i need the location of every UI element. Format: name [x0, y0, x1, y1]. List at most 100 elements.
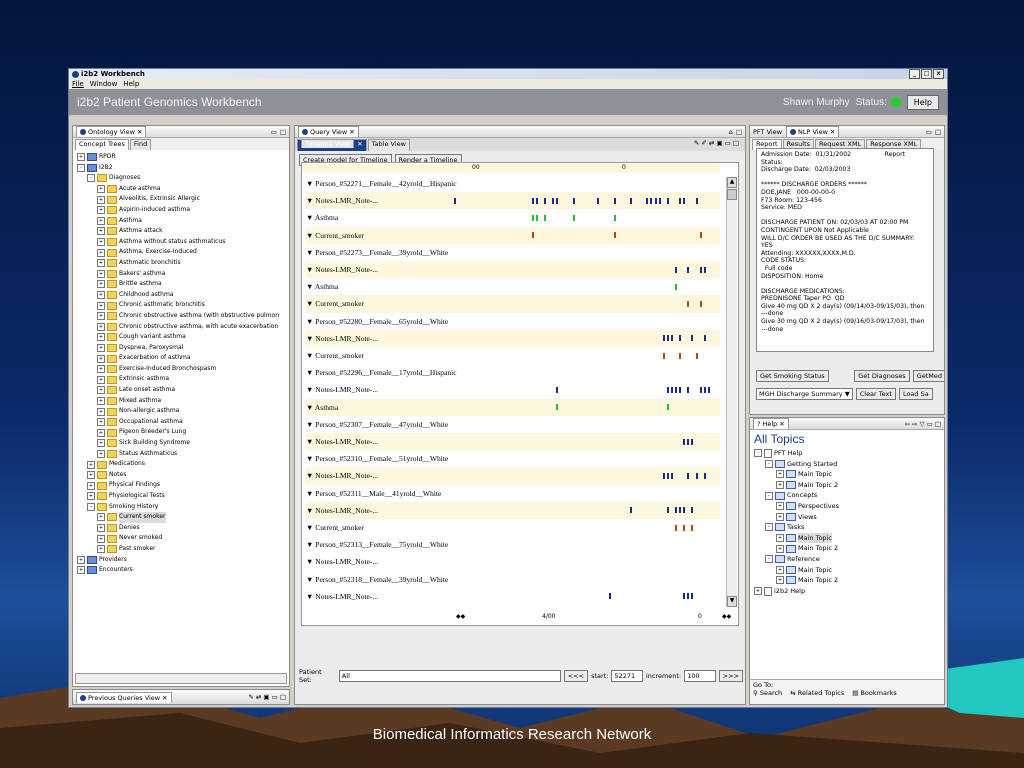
timeline-category-row[interactable]: ▼ Notes-LMR_Note-... — [306, 467, 720, 485]
expand-icon[interactable]: + — [97, 428, 105, 437]
start-field[interactable]: 52271 — [611, 670, 643, 682]
close-button[interactable]: x — [933, 69, 944, 79]
expand-icon[interactable]: + — [97, 396, 105, 405]
timeline-event-mark[interactable] — [675, 266, 677, 273]
timeline-category-row[interactable]: ▼ Notes-LMR_Note-... — [306, 501, 720, 519]
timeline-event-mark[interactable] — [666, 335, 669, 342]
timeline-event-mark[interactable] — [695, 197, 698, 204]
expand-icon[interactable]: + — [97, 375, 105, 384]
timeline-patient-row[interactable]: ▼ Person_#52310__Female__51yrold__White — [306, 450, 720, 467]
tree-item[interactable]: + Chronic obstructive asthma (with obstru… — [77, 311, 285, 322]
horizontal-scrollbar[interactable] — [75, 673, 287, 684]
scroll-up-icon[interactable]: ▲ — [727, 177, 737, 188]
timeline-event-mark[interactable] — [695, 352, 698, 359]
timeline-event-mark[interactable] — [658, 197, 661, 204]
tree-item[interactable]: + Childhood asthma — [77, 290, 285, 301]
help-tree-item[interactable]: + Main Topic 2 — [754, 543, 940, 554]
timeline-event-mark[interactable] — [535, 214, 538, 221]
report-text[interactable]: Admission Date: 01/31/2002 Report Status… — [756, 148, 934, 352]
related-topics-link[interactable]: ⇆ Related Topics — [790, 689, 844, 697]
timeline-event-mark[interactable] — [629, 197, 632, 204]
timeline-category-row[interactable]: ▼ Notes-LMR_Note-... — [306, 553, 720, 570]
expand-icon[interactable]: + — [97, 216, 105, 225]
timeline-event-mark[interactable] — [543, 197, 546, 204]
tree-item[interactable]: + Pigeon Breeder's Lung — [77, 427, 285, 438]
help-button[interactable]: Help — [906, 94, 939, 110]
document-type-select[interactable]: MGH Discharge Summary ▼ — [756, 388, 853, 400]
collapse-icon[interactable]: - — [77, 163, 85, 172]
expand-icon[interactable]: + — [97, 322, 105, 331]
expand-icon[interactable]: + — [97, 227, 105, 236]
expand-icon[interactable]: + — [776, 534, 784, 543]
increment-field[interactable]: 100 — [684, 670, 716, 682]
expand-icon[interactable]: + — [97, 259, 105, 268]
expand-icon[interactable]: + — [97, 354, 105, 363]
timeline-event-mark[interactable] — [535, 197, 538, 204]
tree-item[interactable]: + Alveolitis, Extrinsic Allergic — [77, 194, 285, 205]
timeline-patient-row[interactable]: ▼ Person_#52311__Male__41yrold__White — [306, 485, 720, 502]
timeline-event-mark[interactable] — [650, 197, 653, 204]
timeline-patient-row[interactable]: ▼ Person_#52313__Female__75yrold__White — [306, 536, 720, 553]
collapse-icon[interactable]: - — [765, 459, 773, 468]
minimize-button[interactable]: _ — [909, 69, 920, 79]
expand-icon[interactable]: + — [754, 587, 762, 596]
timeline-event-mark[interactable] — [613, 232, 616, 239]
get-medications-button[interactable]: GetMed — [912, 370, 944, 382]
tree-item[interactable]: + Past smoker — [77, 544, 285, 555]
tree-item[interactable]: - Smoking History — [77, 502, 285, 513]
expand-icon[interactable]: + — [97, 513, 105, 522]
minimize-view-icon[interactable]: ▭ — [926, 128, 932, 136]
help-tree-item[interactable]: - Reference — [754, 554, 940, 565]
expand-icon[interactable]: + — [97, 301, 105, 310]
timeline-patient-row[interactable]: ▼ Person_#52280__Female__65yrold__White — [306, 313, 720, 330]
tree-item[interactable]: + Status Asthmaticus — [77, 449, 285, 460]
timeline-toolbar-icons[interactable]: ✎ ✐ ⇄ ▣ ▭ □ — [691, 139, 742, 151]
timeline-category-row[interactable]: ▼ Notes-LMR_Note-... — [306, 329, 720, 347]
timeline-event-mark[interactable] — [695, 472, 698, 479]
expand-icon[interactable]: + — [97, 185, 105, 194]
help-tree-item[interactable]: - PFT Help — [754, 448, 940, 459]
menu-help[interactable]: Help — [123, 80, 139, 88]
expand-icon[interactable]: + — [97, 449, 105, 458]
tree-item[interactable]: + Exercise-Induced Bronchospasm — [77, 364, 285, 375]
previous-page-button[interactable]: <<< — [563, 670, 589, 682]
timeline-event-mark[interactable] — [531, 232, 534, 239]
timeline-event-mark[interactable] — [556, 404, 559, 411]
get-smoking-status-button[interactable]: Get Smoking Status — [756, 370, 829, 382]
tree-item[interactable]: + Asthma without status asthmaticus — [77, 237, 285, 248]
timeline-event-mark[interactable] — [683, 507, 686, 514]
menu-file[interactable]: File — [72, 80, 84, 88]
expand-icon[interactable]: + — [97, 524, 105, 533]
maximize-view-icon[interactable]: □ — [736, 128, 742, 136]
timeline-event-mark[interactable] — [687, 386, 690, 393]
tab-help[interactable]: ? Help ✕ — [753, 418, 789, 429]
tree-item[interactable]: + Sick Building Syndrome — [77, 438, 285, 449]
timeline-event-mark[interactable] — [703, 472, 706, 479]
scroll-thumb[interactable] — [727, 189, 737, 200]
help-tree-item[interactable]: - Concepts — [754, 490, 940, 501]
tree-item[interactable]: + Asthma, Exercise-Induced — [77, 247, 285, 258]
help-tree-item[interactable]: + Main Topic — [754, 469, 940, 480]
help-tree-item[interactable]: - Getting Started — [754, 459, 940, 470]
expand-icon[interactable]: + — [87, 481, 95, 490]
timeline-event-mark[interactable] — [687, 438, 690, 445]
timeline-event-mark[interactable] — [679, 352, 682, 359]
timeline-event-mark[interactable] — [670, 386, 673, 393]
timeline-category-row[interactable]: ▼ Current_smoker — [306, 347, 720, 364]
tab-previous-queries[interactable]: Previous Queries View ✕ — [76, 691, 172, 703]
menu-window[interactable]: Window — [90, 80, 118, 88]
tree-item[interactable]: + Never smoked — [77, 533, 285, 544]
timeline-event-mark[interactable] — [703, 386, 706, 393]
timeline-category-row[interactable]: ▼ Current_smoker — [306, 226, 720, 244]
tree-item[interactable]: + Non-allergic asthma — [77, 406, 285, 417]
timeline-event-mark[interactable] — [662, 335, 665, 342]
expand-icon[interactable]: + — [97, 545, 105, 554]
expand-icon[interactable]: + — [776, 481, 784, 490]
collapse-icon[interactable]: - — [765, 523, 773, 532]
expand-icon[interactable]: + — [77, 153, 85, 162]
timeline-event-mark[interactable] — [662, 352, 665, 359]
timeline-event-mark[interactable] — [707, 386, 710, 393]
get-diagnoses-button[interactable]: Get Diagnoses — [854, 370, 910, 382]
expand-icon[interactable]: + — [97, 195, 105, 204]
tree-item[interactable]: + Physical Findings — [77, 480, 285, 491]
